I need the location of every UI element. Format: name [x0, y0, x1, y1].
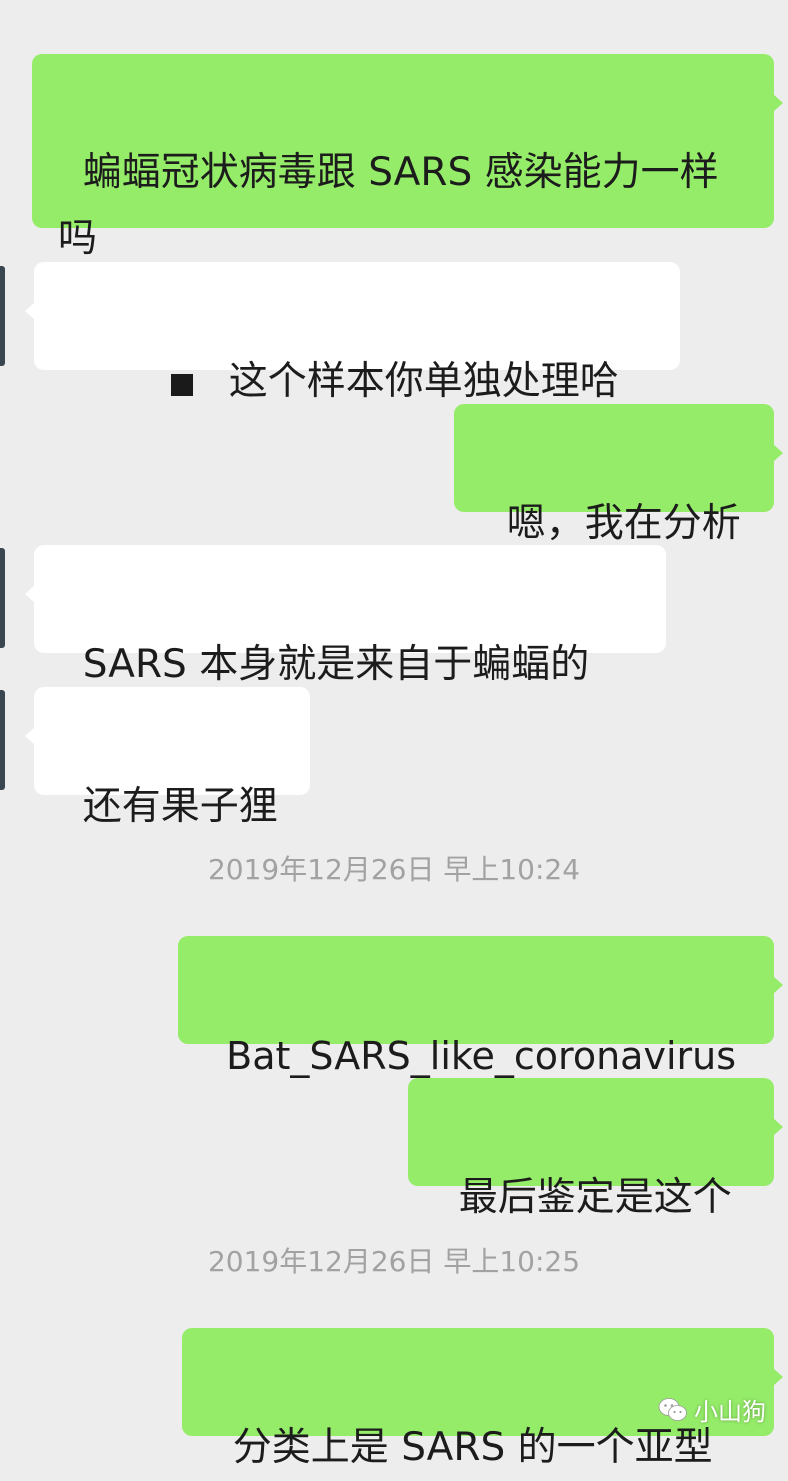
avatar-edge[interactable]: [0, 548, 5, 648]
message-text: 这个样本你单独处理哈: [228, 359, 619, 404]
timestamp: 2019年12月26日 早上10:25: [207, 1245, 581, 1278]
message-text: 分类上是 SARS 的一个亚型: [232, 1425, 713, 1470]
message-text: 还有果子狸: [82, 784, 278, 829]
timestamp: 2019年12月26日 早上10:24: [207, 853, 581, 886]
avatar-edge[interactable]: [0, 266, 5, 366]
message-text: Bat_SARS_like_coronavirus: [226, 1034, 737, 1078]
redacted-mention: [79, 364, 229, 404]
message-text: SARS 本身就是来自于蝙蝠的: [82, 642, 590, 687]
message-text: 最后鉴定是这个: [458, 1175, 732, 1220]
wechat-icon: [658, 1397, 688, 1423]
incoming-message-bubble[interactable]: 这个样本你单独处理哈: [25, 262, 680, 404]
avatar-edge[interactable]: [0, 690, 5, 790]
incoming-message-bubble[interactable]: 还有果子狸: [25, 687, 310, 829]
incoming-message-bubble[interactable]: SARS 本身就是来自于蝙蝠的: [25, 545, 666, 687]
outgoing-message-bubble[interactable]: 蝙蝠冠状病毒跟 SARS 感染能力一样吗: [32, 54, 783, 261]
message-text: 嗯，我在分析: [506, 501, 741, 546]
outgoing-message-bubble[interactable]: Bat_SARS_like_coronavirus: [178, 936, 783, 1078]
redaction-block: [170, 373, 193, 396]
message-text: 蝙蝠冠状病毒跟 SARS 感染能力一样吗: [58, 150, 719, 261]
outgoing-message-bubble[interactable]: 最后鉴定是这个: [408, 1078, 783, 1220]
outgoing-message-bubble[interactable]: 嗯，我在分析: [454, 404, 783, 546]
watermark: 小山狗: [658, 1392, 766, 1427]
watermark-text: 小山狗: [694, 1398, 766, 1426]
